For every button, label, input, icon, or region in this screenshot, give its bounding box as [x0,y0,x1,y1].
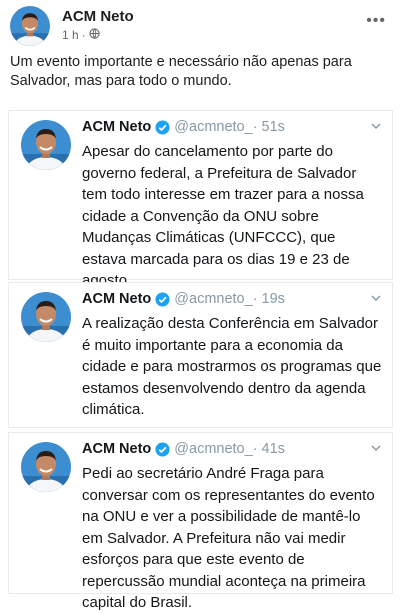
tweet-time: · 19s [252,291,285,307]
tweet-author-name: ACM Neto [82,291,152,307]
tweet-avatar [21,120,71,170]
author-avatar[interactable] [10,6,50,46]
chevron-down-icon [371,123,381,130]
tweet-time: · 51s [252,119,285,135]
tweet-author-name: ACM Neto [82,441,152,457]
globe-icon [89,28,100,42]
tweet-card: ACM Neto @acmneto_ · 51s Apesar do cance… [8,110,393,289]
more-options-icon[interactable]: ••• [366,12,386,30]
tweet-card: ACM Neto @acmneto_ · 41s Pedi ao secretá… [8,432,393,611]
verified-badge-icon [155,119,170,135]
tweet-header: ACM Neto @acmneto_ · 51s [82,119,285,135]
tweet-text: A realização desta Conferência em Salvad… [82,315,382,418]
tweet-avatar [21,292,71,342]
tweet-text: Apesar do cancelamento por parte do gove… [82,143,364,289]
tweet-text: Pedi ao secretário André Fraga para conv… [82,465,375,611]
tweet-header: ACM Neto @acmneto_ · 41s [82,441,285,457]
tweet-author-name: ACM Neto [82,119,152,135]
tweet-avatar [21,442,71,492]
chevron-down-icon [371,445,381,452]
tweet-handle: @acmneto_ [174,291,253,307]
chevron-down-icon [371,295,381,302]
verified-badge-icon [155,291,170,307]
verified-badge-icon [155,441,170,457]
tweet-handle: @acmneto_ [174,441,253,457]
meta-separator: · [81,28,86,42]
post-header: ACM Neto 1 h · ••• [10,6,390,46]
tweet-time: · 41s [252,441,285,457]
tweet-header: ACM Neto @acmneto_ · 19s [82,291,285,307]
post-text: Um evento importante e necessário não ap… [10,54,352,89]
tweet-handle: @acmneto_ [174,119,253,135]
post-meta: 1 h · [62,28,100,42]
author-name[interactable]: ACM Neto [62,8,134,25]
tweet-card: ACM Neto @acmneto_ · 19s A realização de… [8,282,393,428]
post-time[interactable]: 1 h [62,28,79,42]
